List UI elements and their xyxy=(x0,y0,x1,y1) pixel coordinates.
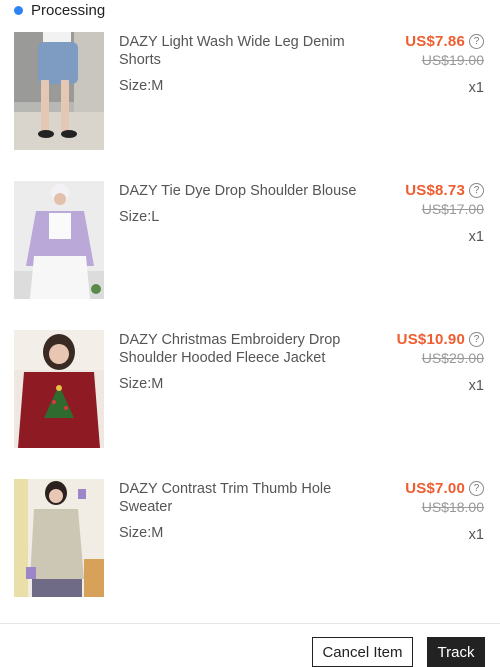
product-photo-sweater xyxy=(14,479,104,597)
status-dot-icon xyxy=(14,5,23,15)
original-price: US$29.00 xyxy=(421,350,484,366)
price-row: US$8.73 ? xyxy=(405,182,484,199)
price-row: US$7.00 ? xyxy=(405,480,484,497)
product-image[interactable] xyxy=(14,181,104,299)
cancel-item-button[interactable]: Cancel Item xyxy=(312,637,413,667)
order-item[interactable]: DAZY Christmas Embroidery Drop Shoulder … xyxy=(0,330,500,450)
product-size: Size:M xyxy=(119,78,164,94)
quantity: x1 xyxy=(468,378,484,394)
question-circle-icon[interactable]: ? xyxy=(469,183,484,198)
track-button[interactable]: Track xyxy=(427,637,485,667)
price-row: US$7.86 ? xyxy=(405,33,484,50)
sale-price: US$8.73 xyxy=(405,182,465,199)
price-row: US$10.90 ? xyxy=(397,331,484,348)
quantity: x1 xyxy=(468,80,484,96)
product-image[interactable] xyxy=(14,330,104,448)
question-circle-icon[interactable]: ? xyxy=(469,332,484,347)
status-label: Processing xyxy=(31,1,106,19)
product-size: Size:M xyxy=(119,376,164,392)
original-price: US$17.00 xyxy=(421,201,484,217)
product-title[interactable]: DAZY Christmas Embroidery Drop Shoulder … xyxy=(119,331,379,367)
product-title[interactable]: DAZY Tie Dye Drop Shoulder Blouse xyxy=(119,182,379,200)
order-status: Processing xyxy=(14,0,105,20)
order-item[interactable]: DAZY Light Wash Wide Leg Denim Shorts Si… xyxy=(0,32,500,152)
question-circle-icon[interactable]: ? xyxy=(469,34,484,49)
product-photo-denim-shorts xyxy=(14,32,104,150)
order-item[interactable]: DAZY Tie Dye Drop Shoulder Blouse Size:L… xyxy=(0,181,500,301)
product-size: Size:L xyxy=(119,209,160,225)
sale-price: US$7.86 xyxy=(405,33,465,50)
sale-price: US$7.00 xyxy=(405,480,465,497)
order-item[interactable]: DAZY Contrast Trim Thumb Hole Sweater Si… xyxy=(0,479,500,599)
original-price: US$18.00 xyxy=(421,499,484,515)
product-title[interactable]: DAZY Contrast Trim Thumb Hole Sweater xyxy=(119,480,379,516)
product-title[interactable]: DAZY Light Wash Wide Leg Denim Shorts xyxy=(119,33,379,69)
product-photo-fleece-jacket xyxy=(14,330,104,448)
quantity: x1 xyxy=(468,229,484,245)
product-size: Size:M xyxy=(119,525,164,541)
footer-divider xyxy=(0,623,500,624)
sale-price: US$10.90 xyxy=(396,331,465,348)
quantity: x1 xyxy=(468,527,484,543)
original-price: US$19.00 xyxy=(421,52,484,68)
product-image[interactable] xyxy=(14,32,104,150)
product-photo-tie-dye-blouse xyxy=(14,181,104,299)
product-image[interactable] xyxy=(14,479,104,597)
question-circle-icon[interactable]: ? xyxy=(469,481,484,496)
